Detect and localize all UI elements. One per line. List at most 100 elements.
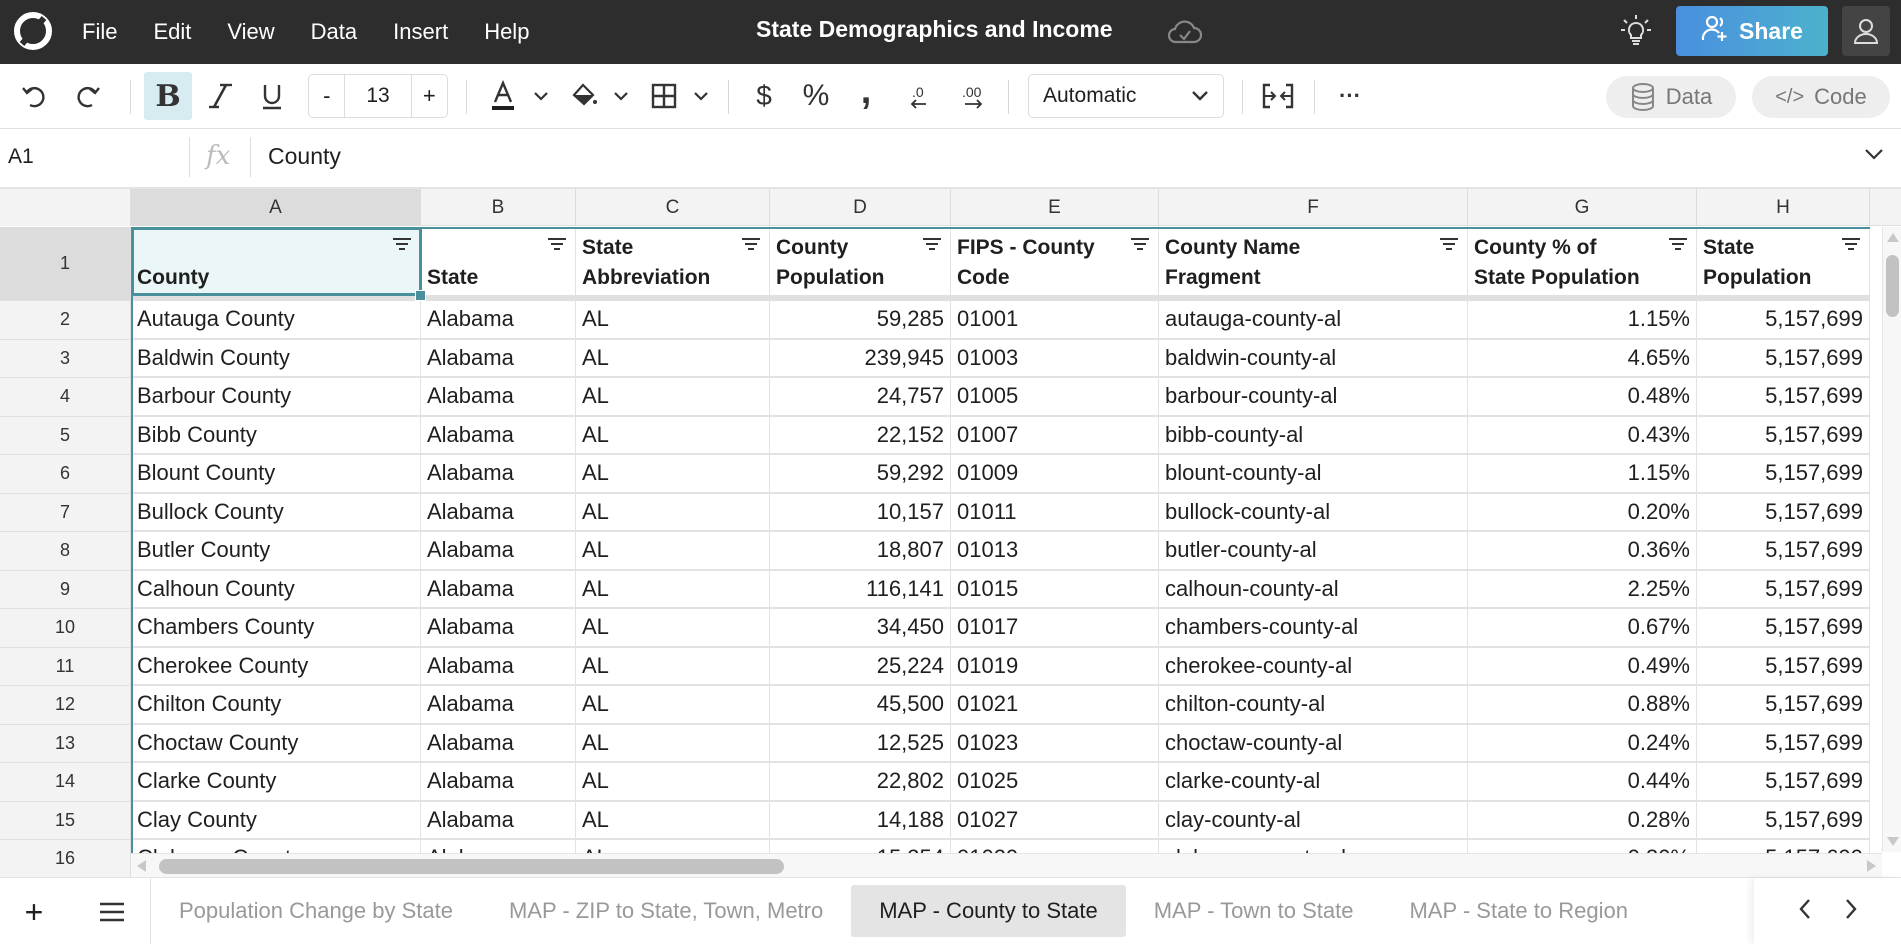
cell-h[interactable]: 5,157,699 [1697,416,1870,455]
cell-f[interactable]: clay-county-al [1159,801,1468,840]
cell-b[interactable]: Alabama [421,416,576,455]
header-cell-f[interactable]: County Name Fragment [1159,227,1468,295]
menu-insert[interactable]: Insert [375,19,466,45]
more-options-button[interactable]: ··· [1330,72,1370,120]
cell-g[interactable]: 0.49% [1468,647,1697,686]
cell-c[interactable]: AL [576,532,770,571]
share-button[interactable]: Share [1676,6,1828,56]
cell-c[interactable]: AL [576,416,770,455]
cell-b[interactable]: Alabama [421,455,576,494]
app-logo-icon[interactable] [14,12,52,50]
cell-f[interactable]: choctaw-county-al [1159,724,1468,763]
row-header[interactable]: 3 [0,339,131,378]
cell-f[interactable]: bibb-county-al [1159,416,1468,455]
vertical-scroll-thumb[interactable] [1886,255,1899,317]
filter-icon[interactable] [1841,237,1861,253]
menu-file[interactable]: File [64,19,135,45]
cell-d[interactable]: 25,224 [770,647,951,686]
row-header[interactable]: 11 [0,647,131,686]
cell-a[interactable]: Choctaw County [131,724,421,763]
cell-e[interactable]: 01007 [951,416,1159,455]
filter-icon[interactable] [741,237,761,253]
cell-a[interactable]: Chambers County [131,609,421,648]
column-header-b[interactable]: B [421,189,576,226]
row-header[interactable]: 7 [0,493,131,532]
row-header[interactable]: 4 [0,378,131,417]
text-color-button[interactable] [486,72,520,120]
cell-c[interactable]: AL [576,647,770,686]
borders-dropdown[interactable] [686,72,716,120]
cell-f[interactable]: butler-county-al [1159,532,1468,571]
cell-f[interactable]: bullock-county-al [1159,493,1468,532]
cell-b[interactable]: Alabama [421,532,576,571]
header-cell-a[interactable]: County [131,227,421,295]
cell-e[interactable]: 01001 [951,301,1159,340]
increase-decimal-button[interactable]: .00 [954,72,994,120]
decrease-decimal-button[interactable]: .0 [900,72,940,120]
scroll-up-arrow-icon[interactable] [1887,233,1899,242]
cell-f[interactable]: calhoun-county-al [1159,570,1468,609]
row-header[interactable]: 2 [0,301,131,340]
add-sheet-button[interactable]: + [14,892,54,932]
cell-d[interactable]: 59,292 [770,455,951,494]
cell-b[interactable]: Alabama [421,339,576,378]
cell-b[interactable]: Alabama [421,801,576,840]
scroll-down-arrow-icon[interactable] [1887,837,1899,846]
cell-e[interactable]: 01009 [951,455,1159,494]
column-header-h[interactable]: H [1697,189,1870,226]
menu-help[interactable]: Help [466,19,547,45]
number-format-select[interactable]: Automatic [1028,74,1224,118]
bold-button[interactable]: B [144,72,192,120]
cell-b[interactable]: Alabama [421,686,576,725]
cell-d[interactable]: 14,188 [770,801,951,840]
cell-e[interactable]: 01027 [951,801,1159,840]
cell-h[interactable]: 5,157,699 [1697,339,1870,378]
fill-handle[interactable] [415,290,426,301]
cell-e[interactable]: 01003 [951,339,1159,378]
row-header-1[interactable]: 1 [0,227,131,301]
cell-f[interactable]: chambers-county-al [1159,609,1468,648]
menu-view[interactable]: View [209,19,292,45]
sheet-tab[interactable]: MAP - State to Region [1381,885,1656,937]
cell-c[interactable]: AL [576,686,770,725]
cell-h[interactable]: 5,157,699 [1697,686,1870,725]
cell-e[interactable]: 01015 [951,570,1159,609]
cell-e[interactable]: 01025 [951,763,1159,802]
column-header-d[interactable]: D [770,189,951,226]
expand-formula-button[interactable] [1864,147,1884,165]
horizontal-scroll-thumb[interactable] [159,859,784,874]
filter-icon[interactable] [1439,237,1459,253]
cell-b[interactable]: Alabama [421,493,576,532]
row-header[interactable]: 16 [0,840,131,877]
cell-h[interactable]: 5,157,699 [1697,609,1870,648]
filter-icon[interactable] [547,237,567,253]
cell-b[interactable]: Alabama [421,570,576,609]
cell-c[interactable]: AL [576,724,770,763]
cell-d[interactable]: 116,141 [770,570,951,609]
comma-format-button[interactable]: , [848,70,884,120]
cell-a[interactable]: Baldwin County [131,339,421,378]
document-title[interactable]: State Demographics and Income [756,16,1113,43]
header-cell-e[interactable]: FIPS - County Code [951,227,1159,295]
cell-h[interactable]: 5,157,699 [1697,301,1870,340]
user-account-button[interactable] [1842,6,1890,56]
cell-a[interactable]: Bullock County [131,493,421,532]
cell-g[interactable]: 1.15% [1468,301,1697,340]
decrease-font-size-button[interactable]: - [309,75,344,117]
cell-d[interactable]: 22,152 [770,416,951,455]
formula-input[interactable]: County [268,143,341,170]
row-header[interactable]: 13 [0,724,131,763]
fill-color-dropdown[interactable] [606,72,636,120]
borders-button[interactable] [646,72,682,120]
cell-a[interactable]: Calhoun County [131,570,421,609]
menu-edit[interactable]: Edit [135,19,209,45]
filter-icon[interactable] [392,237,412,253]
cell-c[interactable]: AL [576,570,770,609]
redo-button[interactable] [68,72,108,120]
cell-e[interactable]: 01005 [951,378,1159,417]
cell-g[interactable]: 4.65% [1468,339,1697,378]
cell-g[interactable]: 0.44% [1468,763,1697,802]
cell-b[interactable]: Alabama [421,763,576,802]
column-header-e[interactable]: E [951,189,1159,226]
cell-b[interactable]: Alabama [421,724,576,763]
